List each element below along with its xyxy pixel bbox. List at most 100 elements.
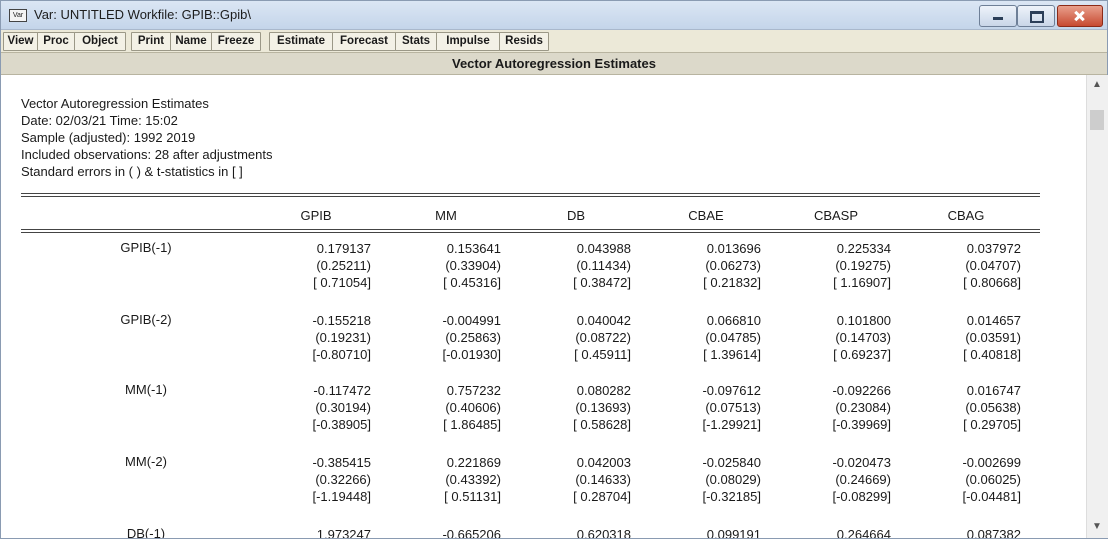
standard-error: (0.06273) [705,258,761,273]
t-statistic: [ 0.69237] [833,347,891,362]
column-header-cbag: CBAG [947,208,985,223]
vertical-scrollbar[interactable]: ▲ ▼ [1086,75,1108,538]
standard-error: (0.19275) [835,258,891,273]
t-statistic: [ 0.38472] [573,275,631,290]
coefficient: -0.665206 [442,527,501,538]
estimation-info: Vector Autoregression Estimates Date: 02… [21,95,272,180]
chevron-down-icon[interactable]: ▼ [1092,521,1102,532]
table-cell: 0.087382 [911,526,1021,538]
proc-button[interactable]: Proc [37,32,75,51]
table-cell: 0.014657 (0.03591) [ 0.40818] [911,312,1021,363]
output-header: Vector Autoregression Estimates [1,53,1107,75]
standard-error: (0.05638) [965,400,1021,415]
info-line-observations: Included observations: 28 after adjustme… [21,147,273,162]
coefficient: 0.037972 [966,241,1021,256]
forecast-button[interactable]: Forecast [332,32,396,51]
coefficient: -0.385415 [312,455,371,470]
column-header-cbae: CBAE [688,208,724,223]
stats-button[interactable]: Stats [395,32,437,51]
view-button[interactable]: View [3,32,38,51]
coefficient: 0.043988 [576,241,631,256]
name-button[interactable]: Name [170,32,212,51]
coefficient: -0.092266 [832,383,891,398]
scrollbar-thumb[interactable] [1090,110,1104,130]
table-cell: -0.665206 [391,526,501,538]
coefficient: -0.097612 [702,383,761,398]
coefficient: 0.066810 [706,313,761,328]
table-cell: 0.042003 (0.14633) [ 0.28704] [521,454,631,505]
standard-error: (0.25211) [316,258,371,273]
t-statistic: [-1.19448] [312,489,371,504]
info-line-date: Date: 02/03/21 Time: 15:02 [21,113,178,128]
t-statistic: [ 0.28704] [573,489,631,504]
table-cell: -0.385415 (0.32266) [-1.19448] [261,454,371,505]
impulse-button[interactable]: Impulse [436,32,500,51]
output-pane[interactable]: Vector Autoregression Estimates Date: 02… [1,75,1085,538]
window-controls [979,5,1103,27]
table-cell: 0.620318 [521,526,631,538]
var-window: Var Var: UNTITLED Workfile: GPIB::Gpib\ … [0,0,1108,539]
maximize-button[interactable] [1017,5,1055,27]
standard-error: (0.24669) [835,472,891,487]
estimate-button[interactable]: Estimate [269,32,333,51]
table-cell: 0.225334 (0.19275) [ 1.16907] [781,240,891,291]
standard-error: (0.04785) [705,330,761,345]
freeze-button[interactable]: Freeze [211,32,261,51]
table-cell: 0.153641 (0.33904) [ 0.45316] [391,240,501,291]
t-statistic: [-0.04481] [962,489,1021,504]
table-cell: 0.099191 [651,526,761,538]
column-header-cbasp: CBASP [813,208,859,223]
object-button[interactable]: Object [74,32,126,51]
coefficient: 0.620318 [576,527,631,538]
table-cell: -0.117472 (0.30194) [-0.38905] [261,382,371,433]
t-statistic: [-0.39969] [832,417,891,432]
t-statistic: [-0.80710] [312,347,371,362]
t-statistic: [ 0.29705] [963,417,1021,432]
table-cell: -0.020473 (0.24669) [-0.08299] [781,454,891,505]
table-top-rule-2 [21,196,1040,197]
t-statistic: [-0.01930] [442,347,501,362]
standard-error: (0.13693) [575,400,631,415]
standard-error: (0.30194) [315,400,371,415]
coefficient: -0.025840 [702,455,761,470]
t-statistic: [ 0.71054] [313,275,371,290]
print-button[interactable]: Print [131,32,171,51]
t-statistic: [-0.08299] [832,489,891,504]
table-top-rule [21,193,1040,194]
t-statistic: [ 0.45316] [443,275,501,290]
coefficient: 0.179137 [316,241,371,256]
row-label: MM(-1) [125,382,167,397]
resids-button[interactable]: Resids [499,32,549,51]
close-button[interactable] [1057,5,1103,27]
table-cell: -0.097612 (0.07513) [-1.29921] [651,382,761,433]
t-statistic: [ 1.16907] [833,275,891,290]
standard-error: (0.14633) [575,472,631,487]
coefficient: 0.221869 [446,455,501,470]
table-cell: 0.101800 (0.14703) [ 0.69237] [781,312,891,363]
column-header-gpib: GPIB [300,208,332,223]
standard-error: (0.25863) [445,330,501,345]
table-cell: 0.016747 (0.05638) [ 0.29705] [911,382,1021,433]
t-statistic: [-1.29921] [702,417,761,432]
chevron-up-icon[interactable]: ▲ [1092,79,1102,90]
standard-error: (0.08722) [575,330,631,345]
table-cell: 1.973247 [261,526,371,538]
t-statistic: [ 1.86485] [443,417,501,432]
standard-error: (0.11434) [576,258,631,273]
column-header-db: DB [566,208,586,223]
coefficient: 0.757232 [446,383,501,398]
t-statistic: [ 0.80668] [963,275,1021,290]
standard-error: (0.07513) [705,400,761,415]
minimize-button[interactable] [979,5,1017,27]
coefficient: 0.042003 [576,455,631,470]
table-cell: 0.221869 (0.43392) [ 0.51131] [391,454,501,505]
coefficient: 0.087382 [966,527,1021,538]
standard-error: (0.08029) [705,472,761,487]
table-cell: -0.002699 (0.06025) [-0.04481] [911,454,1021,505]
row-label: MM(-2) [125,454,167,469]
toolbar: View Proc Object Print Name Freeze Estim… [1,30,1107,53]
title-bar[interactable]: Var Var: UNTITLED Workfile: GPIB::Gpib\ [1,1,1107,30]
coefficient: 0.080282 [576,383,631,398]
standard-error: (0.03591) [965,330,1021,345]
table-cell: -0.092266 (0.23084) [-0.39969] [781,382,891,433]
